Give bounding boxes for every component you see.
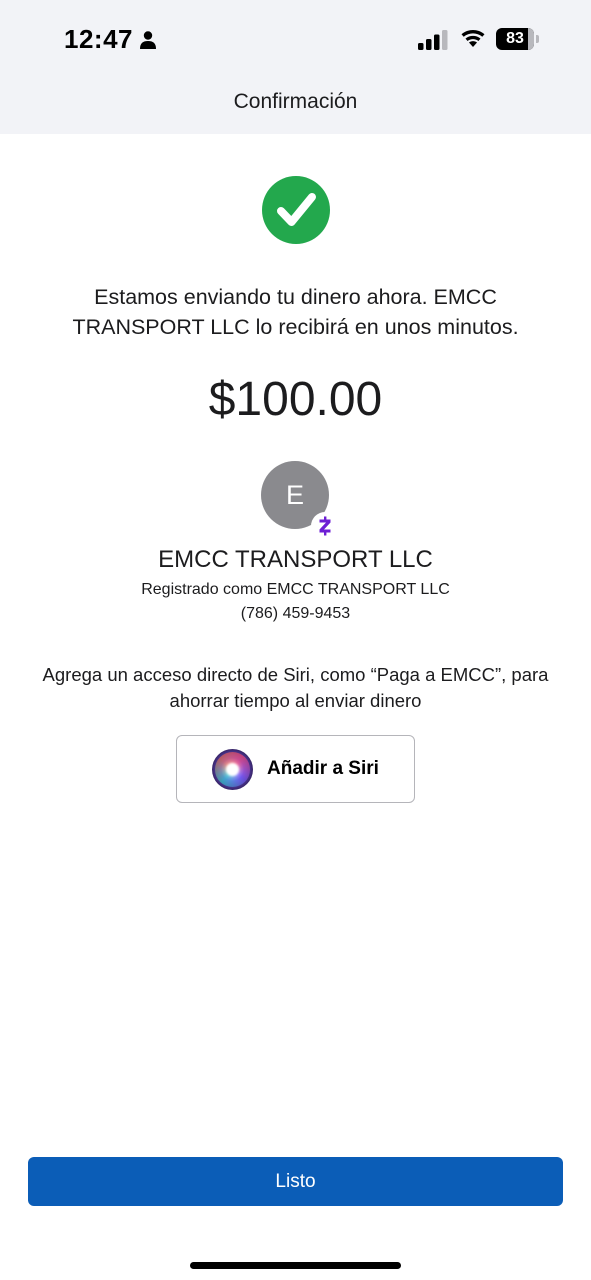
done-button[interactable]: Listo	[28, 1157, 563, 1206]
home-indicator	[190, 1262, 401, 1269]
page-title: Confirmación	[233, 90, 358, 113]
status-time: 12:47	[64, 24, 133, 54]
siri-icon	[212, 749, 253, 790]
wifi-icon	[461, 30, 485, 47]
battery-indicator: 83	[496, 28, 540, 50]
amount: $100.00	[208, 373, 383, 426]
top-area: 12:47 83 Confirmación	[0, 0, 591, 134]
zelle-badge	[311, 512, 339, 540]
confirmation-message: Estamos enviando tu dinero ahora. EMCC T…	[72, 285, 519, 339]
status-bar: 12:47 83	[0, 0, 591, 80]
battery-cap	[536, 35, 539, 43]
battery-level: 83	[506, 30, 524, 47]
cellular-signal-icon	[418, 30, 448, 50]
recipient-name: EMCC TRANSPORT LLC	[158, 546, 433, 573]
recipient-phone: (786) 459-9453	[240, 605, 351, 622]
person-icon	[140, 31, 156, 49]
zelle-icon	[319, 516, 331, 536]
add-to-siri-label: Añadir a Siri	[267, 758, 379, 779]
add-to-siri-button[interactable]: Añadir a Siri	[176, 735, 415, 803]
recipient-registered-as: Registrado como EMCC TRANSPORT LLC	[141, 581, 450, 598]
success-check-icon	[262, 176, 330, 244]
siri-prompt: Agrega un acceso directo de Siri, como “…	[42, 664, 549, 711]
